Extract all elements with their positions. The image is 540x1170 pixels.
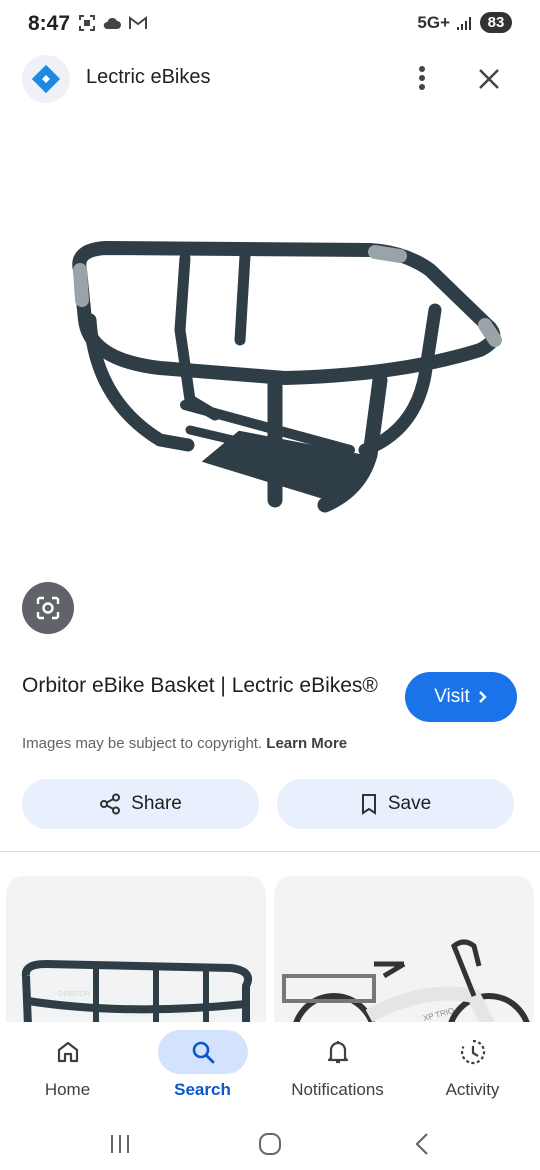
ebike-thumbnail: XP TRIO bbox=[282, 939, 531, 1026]
back-button[interactable] bbox=[402, 1128, 442, 1160]
battery-indicator: 83 bbox=[480, 12, 512, 33]
nav-home[interactable]: Home bbox=[0, 1022, 135, 1120]
lens-icon bbox=[36, 596, 60, 620]
activity-icon-wrap bbox=[428, 1030, 518, 1074]
more-options-button[interactable] bbox=[404, 60, 440, 96]
nav-activity[interactable]: Activity bbox=[405, 1022, 540, 1120]
nav-activity-label: Activity bbox=[445, 1080, 500, 1099]
related-result-ebike[interactable]: XP TRIO bbox=[274, 876, 534, 1026]
cloud-icon bbox=[103, 17, 121, 29]
nav-search[interactable]: Search bbox=[135, 1022, 270, 1120]
copyright-notice: Images may be subject to copyright. Lear… bbox=[22, 735, 347, 752]
home-circle-icon bbox=[259, 1133, 281, 1155]
result-title[interactable]: Orbitor eBike Basket | Lectric eBikes® bbox=[22, 672, 382, 699]
site-logo[interactable] bbox=[22, 55, 70, 103]
basket-image bbox=[72, 240, 502, 513]
related-result-basket[interactable]: ORBITOR bbox=[6, 876, 266, 1026]
nav-notifications-label: Notifications bbox=[291, 1080, 384, 1099]
diamond-logo-icon bbox=[31, 64, 61, 94]
home-system-button[interactable] bbox=[250, 1128, 290, 1160]
save-label: Save bbox=[387, 793, 432, 814]
chevron-right-icon bbox=[478, 691, 487, 703]
network-label: 5G+ bbox=[417, 12, 450, 32]
search-icon-wrap bbox=[157, 1030, 248, 1074]
share-button[interactable]: Share bbox=[22, 779, 259, 829]
visit-button[interactable]: Visit bbox=[405, 672, 517, 722]
close-icon bbox=[479, 69, 499, 89]
close-button[interactable] bbox=[470, 60, 508, 98]
share-icon bbox=[100, 793, 121, 815]
back-chevron-icon bbox=[415, 1133, 428, 1155]
search-icon bbox=[192, 1041, 214, 1064]
home-icon-wrap bbox=[23, 1030, 113, 1074]
recent-apps-button[interactable] bbox=[100, 1128, 140, 1160]
nav-search-label: Search bbox=[174, 1080, 231, 1099]
system-status: 5G+ 83 bbox=[417, 12, 512, 33]
home-icon bbox=[57, 1041, 78, 1063]
nav-home-label: Home bbox=[44, 1080, 91, 1099]
recent-apps-icon bbox=[111, 1135, 129, 1153]
bell-icon bbox=[327, 1041, 348, 1064]
basket-caption: ORBITOR bbox=[58, 991, 90, 998]
signal-icon bbox=[457, 16, 471, 30]
source-header: Lectric eBikes bbox=[0, 50, 540, 110]
more-vert-icon bbox=[419, 66, 425, 90]
bottom-nav: Home Search Notifications Activity bbox=[0, 1022, 540, 1120]
copyright-text: Images may be subject to copyright. bbox=[22, 735, 263, 752]
system-nav-bar bbox=[0, 1120, 540, 1170]
bell-icon-wrap bbox=[293, 1030, 383, 1074]
nav-notifications[interactable]: Notifications bbox=[270, 1022, 405, 1120]
screenshot-icon bbox=[79, 15, 95, 31]
bookmark-icon bbox=[361, 794, 376, 815]
status-time: 8:47 bbox=[28, 12, 71, 35]
save-button[interactable]: Save bbox=[277, 779, 514, 829]
visit-label: Visit bbox=[434, 686, 470, 707]
learn-more-link[interactable]: Learn More bbox=[266, 735, 347, 752]
product-image[interactable] bbox=[40, 200, 510, 550]
status-bar: 8:47 5G+ 83 bbox=[0, 0, 540, 50]
basket-thumbnail: ORBITOR bbox=[21, 959, 253, 1026]
gmail-icon bbox=[129, 16, 147, 29]
activity-icon bbox=[460, 1039, 485, 1065]
notification-icons bbox=[78, 14, 148, 32]
site-name[interactable]: Lectric eBikes bbox=[86, 66, 211, 89]
lens-search-button[interactable] bbox=[22, 582, 74, 634]
divider bbox=[0, 851, 540, 852]
share-label: Share bbox=[131, 793, 182, 814]
